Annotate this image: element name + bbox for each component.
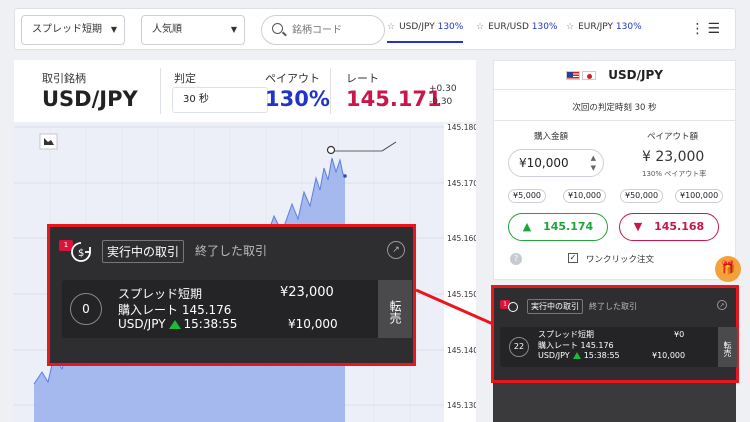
trade-payout: ¥23,000 bbox=[280, 285, 334, 300]
svg-text:$: $ bbox=[78, 248, 84, 259]
tab-finished-trades[interactable]: 終了した取引 bbox=[195, 242, 267, 259]
trade-type: スプレッド短期 bbox=[118, 287, 203, 301]
external-link-icon[interactable]: ↗ bbox=[387, 241, 405, 259]
resell-button[interactable]: 転売 bbox=[378, 280, 412, 338]
tab-active-trades[interactable]: 実行中の取引 bbox=[102, 240, 185, 263]
trade-pair: USD/JPY bbox=[118, 317, 166, 331]
trade-time: 15:38:55 bbox=[183, 317, 238, 331]
trade-pair-time: USD/JPY 15:38:55 bbox=[118, 317, 237, 331]
refresh-icon: $ bbox=[71, 242, 91, 262]
trade-amount: ¥10,000 bbox=[288, 317, 338, 331]
purchase-rate: 購入レート 145.176 bbox=[118, 303, 232, 317]
trades-zoom-overlay: 1 $ 実行中の取引 終了した取引 ↗ 0 スプレッド短期 購入レート 145.… bbox=[47, 224, 416, 366]
arrow-up-icon bbox=[168, 320, 181, 329]
countdown-timer: 0 bbox=[70, 293, 102, 325]
zoom-connector-line bbox=[415, 288, 494, 326]
trade-card: 0 スプレッド短期 購入レート 145.176 USD/JPY 15:38:55 … bbox=[62, 280, 412, 338]
